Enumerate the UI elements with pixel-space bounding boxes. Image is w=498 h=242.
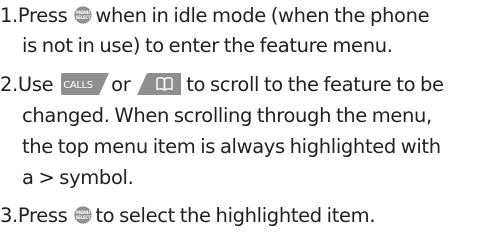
menu-key-label-bottom: SELECT (76, 15, 91, 20)
step-2-text-after: to scroll to the feature to be (186, 73, 444, 96)
menu-select-key-icon: MENU SELECT (74, 6, 92, 24)
step-2-continuation-2: the top menu item is always highlighted … (22, 135, 441, 158)
step-1-continuation-1: is not in use) to enter the feature menu… (22, 34, 393, 57)
step-2-continuation-3: a > symbol. (22, 166, 134, 189)
step-3-text-after: to select the highlighted item. (95, 204, 376, 227)
step-1-number: 1. (0, 4, 18, 27)
step-2-line-4: a > symbol. (22, 162, 134, 193)
step-2-line-3: the top menu item is always highlighted … (22, 131, 441, 162)
step-3-line-1: 3.Press MENU SELECT to select the highli… (0, 200, 376, 231)
step-3-number: 3. (0, 204, 18, 227)
menu-key-label-bottom: SELECT (76, 215, 91, 220)
phonebook-key-icon (137, 72, 182, 95)
step-2-text-before: Use (17, 73, 54, 96)
calls-key-label: CALLS (63, 80, 93, 91)
step-3-text-before: Press (17, 204, 68, 227)
calls-key-icon: CALLS (61, 72, 110, 95)
step-1-line-2: is not in use) to enter the feature menu… (22, 30, 393, 61)
step-2-number: 2. (0, 73, 18, 96)
menu-select-key-icon: MENU SELECT (74, 206, 92, 224)
step-2-line-2: changed. When scrolling through the menu… (22, 100, 432, 131)
step-1-text-after: when in idle mode (when the phone (95, 4, 430, 27)
step-1-line-1: 1.Press MENU SELECT when in idle mode (w… (0, 0, 430, 31)
step-1-text-before: Press (17, 4, 68, 27)
step-2-or: or (111, 73, 131, 96)
step-2-line-1: 2.Use CALLS or to scroll to the feature … (0, 69, 444, 100)
step-2-continuation-1: changed. When scrolling through the menu… (22, 104, 432, 127)
